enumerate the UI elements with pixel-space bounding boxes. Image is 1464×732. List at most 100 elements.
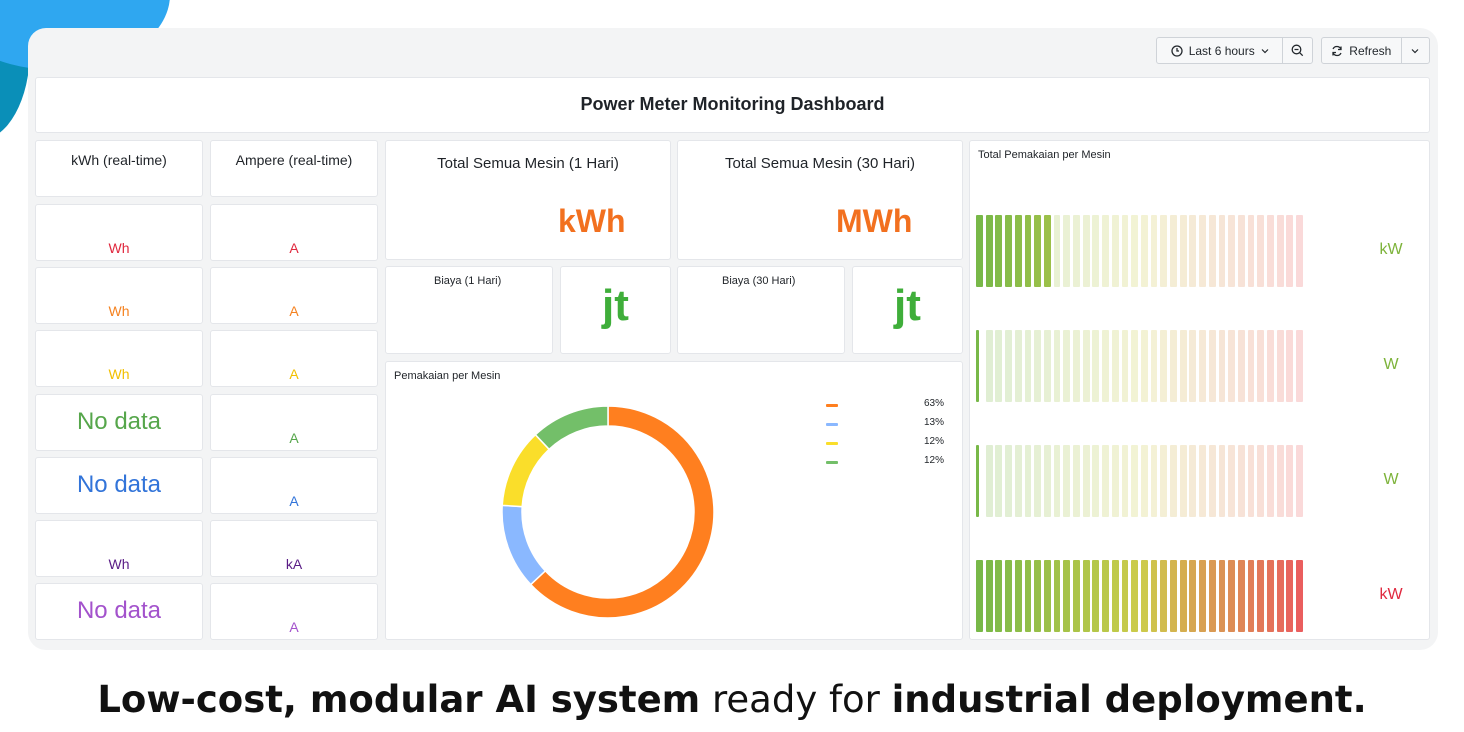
gauge-segment — [1082, 445, 1090, 517]
dashboard-frame: Last 6 hours Refresh Power Meter Monitor… — [28, 28, 1438, 650]
kwh-row-unit: Wh — [108, 240, 130, 256]
gauge-segment — [1121, 560, 1129, 632]
gauge-segment — [1053, 215, 1061, 287]
gauge-segment — [1189, 445, 1197, 517]
gauge-segment — [1179, 215, 1187, 287]
title-panel: Power Meter Monitoring Dashboard — [35, 77, 1430, 133]
kwh-header-panel: kWh (real-time) — [35, 140, 203, 197]
gauge-segment — [1237, 445, 1245, 517]
gauge-segment — [1296, 560, 1303, 632]
time-range-picker[interactable]: Last 6 hours — [1156, 37, 1313, 64]
gauge-segment — [1111, 560, 1119, 632]
ampere-row-unit: A — [289, 492, 299, 509]
cost-1-day-unit: jt — [602, 281, 629, 330]
legend-item[interactable]: 63% — [826, 398, 944, 412]
gauge-segment — [1131, 560, 1139, 632]
gauge-segment — [1228, 215, 1236, 287]
kwh-row-panel: No data — [35, 393, 203, 451]
zoom-out-button[interactable] — [1283, 38, 1312, 63]
gauge-segment — [1228, 445, 1236, 517]
gauge-segment — [1102, 330, 1109, 402]
gauge-segment — [1014, 215, 1022, 287]
gauge-segment — [1189, 560, 1197, 632]
legend-item[interactable]: 12% — [826, 455, 944, 469]
kwh-row-panel: Wh — [35, 330, 203, 388]
gauge-segment — [1024, 215, 1032, 287]
legend-item[interactable]: 12% — [826, 436, 944, 450]
total-1-day-unit: kWh — [558, 203, 626, 239]
pie-chart-title: Pemakaian per Mesin — [394, 370, 501, 382]
ampere-row-panel: A — [210, 393, 378, 451]
gauge-segment — [1267, 330, 1274, 402]
refresh-icon — [1332, 45, 1342, 56]
gauge-unit: kW — [1379, 586, 1403, 603]
gauge-segment — [1286, 330, 1294, 402]
gauge-segment — [985, 215, 993, 287]
gauge-segment — [1073, 215, 1080, 287]
gauge-segment — [995, 330, 1003, 402]
gauge-segment — [1092, 330, 1100, 402]
refresh-button[interactable]: Refresh — [1322, 38, 1402, 63]
gauge-segment — [1276, 215, 1284, 287]
gauge-segment — [1160, 215, 1168, 287]
pie-chart-panel: Pemakaian per Mesin 63% 13% 12% 12% — [385, 361, 963, 640]
donut-chart — [501, 405, 715, 619]
kwh-row-no-data: No data — [76, 597, 162, 625]
gauge-segment — [1121, 215, 1129, 287]
gauge-segment — [1073, 560, 1080, 632]
gauge-segment — [1140, 560, 1148, 632]
gauge-segment — [1247, 445, 1255, 517]
time-range-button[interactable]: Last 6 hours — [1157, 38, 1284, 63]
kwh-row-no-data: No data — [76, 407, 162, 435]
bar-gauge-title: Total Pemakaian per Mesin — [978, 149, 1111, 161]
gauge-segment — [1247, 215, 1255, 287]
gauge-segment — [1005, 560, 1012, 632]
gauge-segment — [976, 215, 983, 287]
legend-item[interactable]: 13% — [826, 417, 944, 431]
gauge-segment — [1179, 330, 1187, 402]
gauge-segment — [1150, 215, 1158, 287]
caption: Low-cost, modular AI system ready for in… — [0, 678, 1464, 721]
gauge-segment — [995, 215, 1003, 287]
kwh-row-unit: Wh — [108, 303, 130, 320]
refresh-picker[interactable]: Refresh — [1321, 37, 1430, 64]
gauge-segment — [1160, 560, 1168, 632]
ampere-row-panel: kA — [210, 520, 378, 577]
ampere-row-panel: A — [210, 267, 378, 325]
gauge-segment — [1296, 330, 1303, 402]
gauge-segment — [1005, 445, 1012, 517]
gauge-segment — [985, 560, 993, 632]
gauge-segment — [1092, 445, 1100, 517]
chevron-down-icon — [1261, 48, 1269, 53]
gauge-segment — [1150, 330, 1158, 402]
gauge-segment — [1208, 215, 1216, 287]
gauge-segment — [1073, 445, 1080, 517]
donut-slice[interactable] — [501, 433, 551, 508]
gauge-segment — [1199, 330, 1206, 402]
gauge-segment — [1208, 560, 1216, 632]
gauge-segment — [1228, 330, 1236, 402]
gauge-segment — [1005, 330, 1012, 402]
gauge-segment — [1267, 445, 1274, 517]
gauge-segment — [1024, 560, 1032, 632]
cost-30-day-title-panel: Biaya (30 Hari) — [677, 266, 845, 354]
refresh-interval-dropdown[interactable] — [1402, 38, 1429, 63]
gauge-segment — [976, 560, 983, 632]
gauge-segment — [1150, 560, 1158, 632]
legend-swatch — [826, 461, 838, 464]
donut-slice[interactable] — [534, 405, 609, 451]
legend-percent: 13% — [923, 417, 944, 428]
total-30-day-unit: MWh — [836, 203, 913, 239]
gauge-segment — [1063, 445, 1071, 517]
donut-slice[interactable] — [501, 504, 547, 586]
gauge-segment — [1034, 560, 1042, 632]
gauge-segment — [1276, 445, 1284, 517]
total-1-day-title: Total Semua Mesin (1 Hari) — [437, 155, 619, 172]
gauge-segment — [1131, 215, 1139, 287]
total-30-day-title: Total Semua Mesin (30 Hari) — [724, 155, 916, 172]
gauge-segment — [1170, 215, 1177, 287]
gauge-segment — [1092, 560, 1100, 632]
legend-swatch — [826, 404, 838, 407]
gauge-segment — [1199, 445, 1206, 517]
gauge-segment — [1208, 445, 1216, 517]
